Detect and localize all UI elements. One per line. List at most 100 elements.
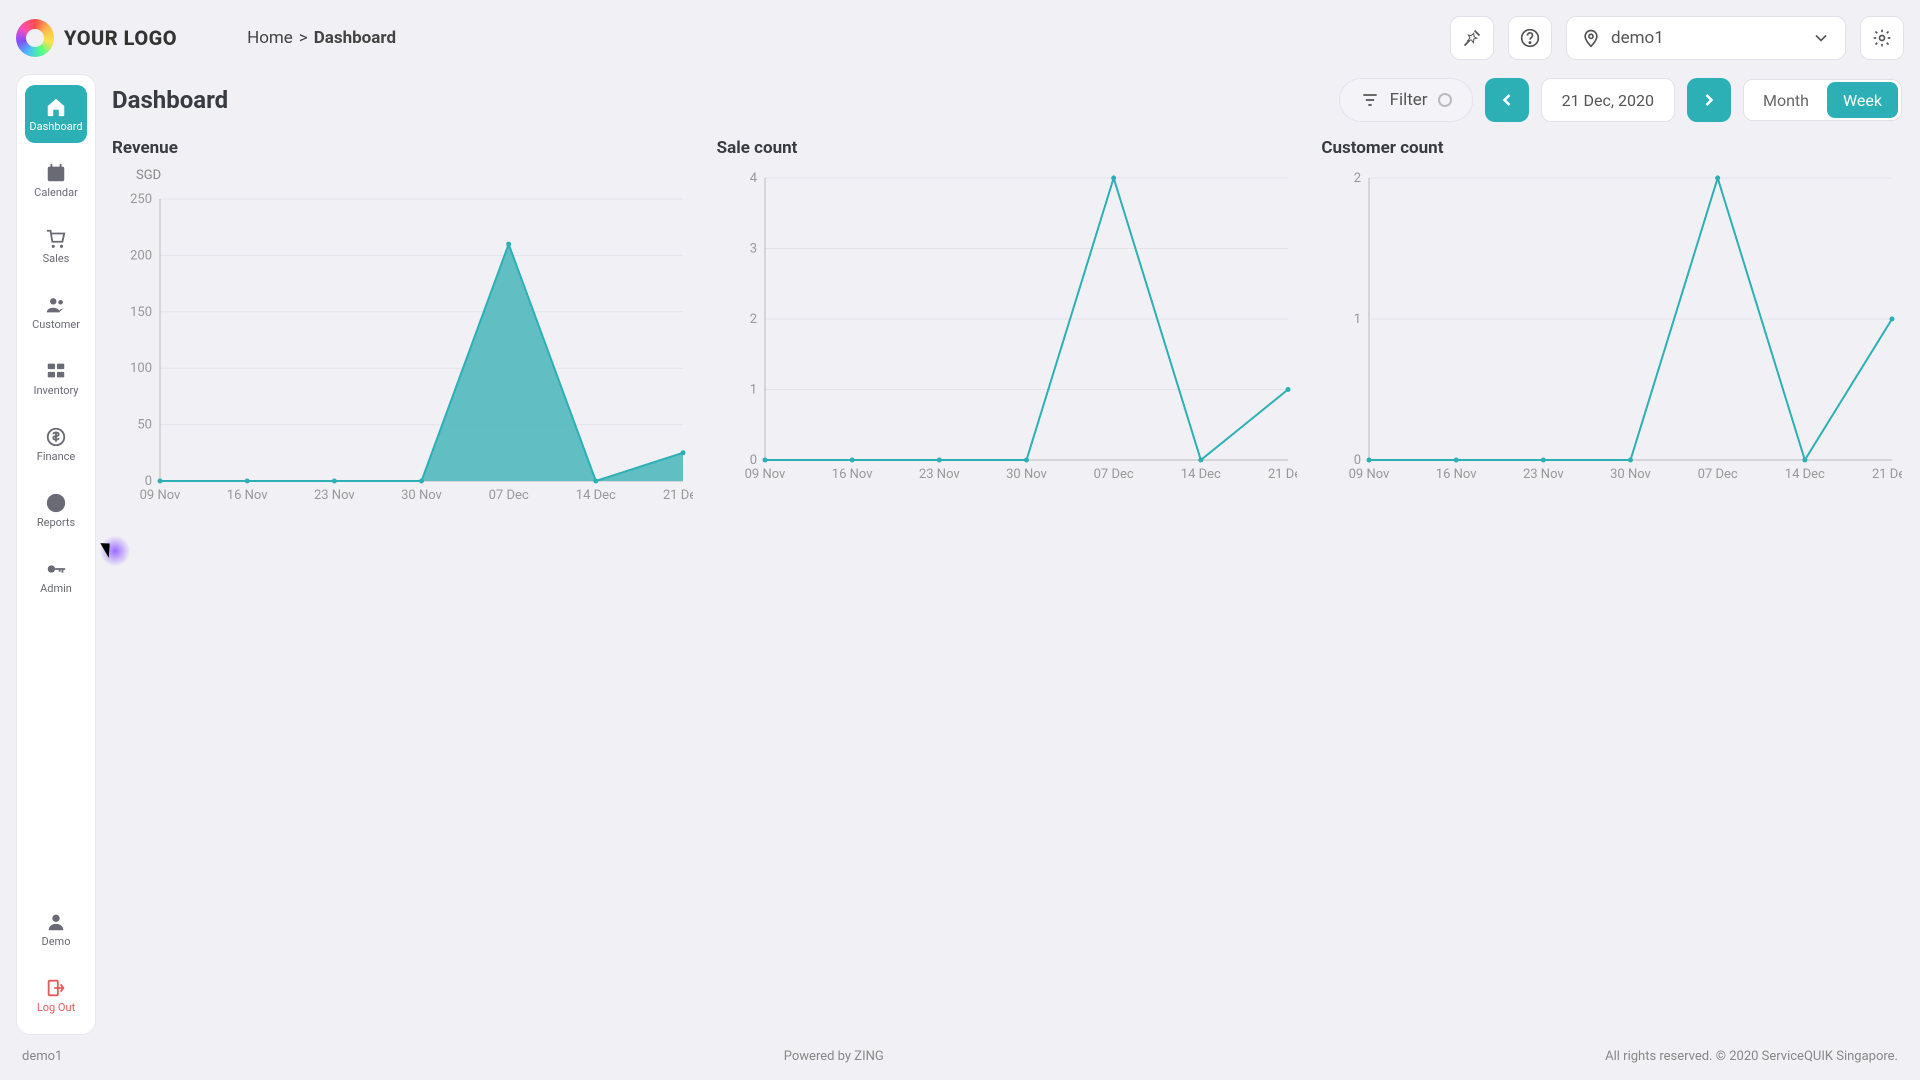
revenue-svg: 05010015020025009 Nov16 Nov23 Nov30 Nov0…	[112, 189, 693, 509]
svg-text:50: 50	[137, 418, 152, 433]
sidebar-item-label: Log Out	[37, 1001, 75, 1014]
sidebar-item-reports[interactable]: Reports	[25, 481, 87, 539]
page-title: Dashboard	[112, 86, 228, 114]
sidebar-item-finance[interactable]: Finance	[25, 415, 87, 473]
chevron-left-icon	[1497, 90, 1517, 110]
calendar-icon	[45, 162, 67, 184]
logo-icon	[16, 19, 54, 57]
users-icon	[45, 294, 67, 316]
location-select[interactable]: demo1	[1566, 16, 1846, 60]
pin-icon	[1462, 28, 1482, 48]
logo-text: YOUR LOGO	[64, 26, 177, 50]
help-button[interactable]	[1508, 16, 1552, 60]
svg-text:16 Nov: 16 Nov	[227, 488, 268, 503]
help-icon	[1520, 28, 1540, 48]
sidebar-item-logout[interactable]: Log Out	[25, 966, 87, 1024]
date-next-button[interactable]	[1687, 78, 1731, 122]
svg-text:09 Nov: 09 Nov	[744, 467, 785, 482]
svg-text:23 Nov: 23 Nov	[314, 488, 355, 503]
footer-center: Powered by ZING	[62, 1049, 1605, 1064]
sidebar-item-label: Inventory	[33, 384, 78, 397]
logout-icon	[45, 977, 67, 999]
sidebar-item-inventory[interactable]: Inventory	[25, 349, 87, 407]
svg-text:4: 4	[749, 171, 757, 186]
settings-button[interactable]	[1860, 16, 1904, 60]
sidebar-item-dashboard[interactable]: Dashboard	[25, 85, 87, 143]
svg-text:14 Dec: 14 Dec	[1785, 467, 1825, 482]
footer: demo1 Powered by ZING All rights reserve…	[16, 1045, 1904, 1068]
sidebar-item-admin[interactable]: Admin	[25, 547, 87, 605]
svg-text:1: 1	[749, 383, 756, 398]
sale-svg: 0 1 2 3 4 09 Nov 16 Nov 23 Nov 30 Nov 07 Dec 14 De…	[717, 168, 1298, 488]
svg-text:30 Nov: 30 Nov	[401, 488, 442, 503]
svg-text:21 Dec: 21 Dec	[1872, 467, 1902, 482]
sidebar: Dashboard Calendar Sales Customer Invent…	[16, 74, 96, 1035]
breadcrumb-home[interactable]: Home	[247, 28, 293, 48]
customer-svg: 01209 Nov16 Nov23 Nov30 Nov07 Dec14 Dec2…	[1321, 168, 1902, 488]
sidebar-item-label: Demo	[42, 935, 71, 948]
home-icon	[45, 96, 67, 118]
sidebar-item-demo[interactable]: Demo	[25, 900, 87, 958]
svg-text:150: 150	[130, 305, 152, 320]
breadcrumb[interactable]: Home > Dashboard	[247, 28, 396, 48]
key-icon	[45, 558, 67, 580]
sidebar-item-label: Dashboard	[29, 120, 82, 133]
chevron-down-icon	[1811, 28, 1831, 48]
svg-text:0: 0	[749, 453, 756, 468]
svg-text:100: 100	[130, 361, 152, 376]
sidebar-item-label: Reports	[37, 516, 75, 529]
gear-icon	[1872, 28, 1892, 48]
date-display[interactable]: 21 Dec, 2020	[1541, 78, 1675, 122]
date-prev-button[interactable]	[1485, 78, 1529, 122]
svg-text:23 Nov: 23 Nov	[1523, 467, 1564, 482]
sidebar-item-sales[interactable]: Sales	[25, 217, 87, 275]
sidebar-item-customer[interactable]: Customer	[25, 283, 87, 341]
sidebar-item-label: Calendar	[34, 186, 78, 199]
sidebar-item-label: Finance	[37, 450, 75, 463]
filter-button[interactable]: Filter	[1339, 78, 1473, 122]
footer-right: All rights reserved. © 2020 ServiceQUIK …	[1605, 1049, 1898, 1064]
svg-text:2: 2	[749, 312, 756, 327]
sidebar-item-label: Sales	[43, 252, 70, 265]
pie-icon	[45, 492, 67, 514]
svg-text:200: 200	[130, 248, 152, 263]
svg-text:30 Nov: 30 Nov	[1006, 467, 1047, 482]
location-icon	[1581, 28, 1601, 48]
logo[interactable]: YOUR LOGO	[16, 19, 177, 57]
chevron-right-icon	[1699, 90, 1719, 110]
svg-text:16 Nov: 16 Nov	[831, 467, 872, 482]
svg-text:21 Dec: 21 Dec	[663, 488, 693, 503]
chart-title: Sale count	[717, 138, 1298, 158]
dollar-icon	[45, 426, 67, 448]
pin-button[interactable]	[1450, 16, 1494, 60]
inventory-icon	[45, 360, 67, 382]
revenue-chart: Revenue SGD 05010015020025009 Nov16 Nov2…	[112, 138, 693, 509]
svg-text:0: 0	[145, 474, 152, 489]
svg-text:14 Dec: 14 Dec	[1180, 467, 1220, 482]
period-week[interactable]: Week	[1827, 82, 1898, 118]
user-icon	[45, 911, 67, 933]
svg-text:21 Dec: 21 Dec	[1268, 467, 1298, 482]
svg-text:3: 3	[749, 242, 756, 257]
svg-text:23 Nov: 23 Nov	[919, 467, 960, 482]
breadcrumb-sep: >	[299, 28, 308, 48]
chart-title: Customer count	[1321, 138, 1902, 158]
chart-currency: SGD	[136, 168, 693, 183]
svg-text:2: 2	[1354, 171, 1361, 186]
sidebar-item-calendar[interactable]: Calendar	[25, 151, 87, 209]
filter-icon	[1360, 90, 1380, 110]
chart-title: Revenue	[112, 138, 693, 158]
svg-text:07 Dec: 07 Dec	[1698, 467, 1738, 482]
svg-text:07 Dec: 07 Dec	[489, 488, 529, 503]
footer-left: demo1	[22, 1049, 62, 1064]
svg-text:07 Dec: 07 Dec	[1093, 467, 1133, 482]
period-month[interactable]: Month	[1747, 82, 1825, 118]
svg-text:09 Nov: 09 Nov	[140, 488, 181, 503]
svg-text:09 Nov: 09 Nov	[1349, 467, 1390, 482]
svg-text:14 Dec: 14 Dec	[576, 488, 616, 503]
sidebar-item-label: Customer	[32, 318, 80, 331]
breadcrumb-current: Dashboard	[314, 28, 396, 48]
customer-chart: Customer count 01209 Nov16 Nov23 Nov30 N…	[1321, 138, 1902, 509]
filter-label: Filter	[1390, 90, 1428, 110]
svg-text:16 Nov: 16 Nov	[1436, 467, 1477, 482]
